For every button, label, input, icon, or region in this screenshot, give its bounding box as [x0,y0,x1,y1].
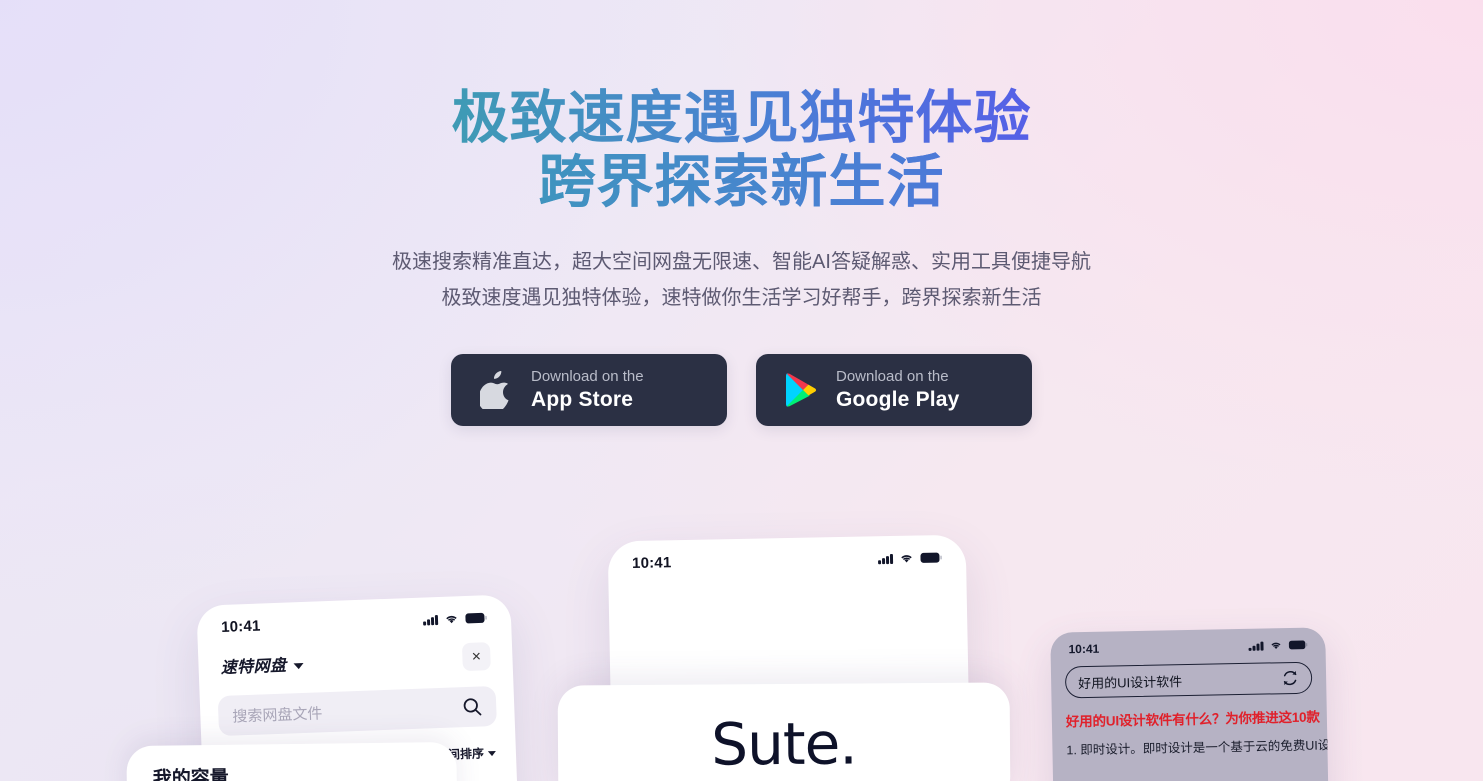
store-buttons-row: Download on the App Store Download on th… [0,354,1483,426]
landing-page: 极致速度遇见独特体验 跨界探索新生活 极速搜索精准直达，超大空间网盘无限速、智能… [0,0,1483,781]
phone-mockup-right: 10:41 好用的UI设计软件 好用的UI设计软件有什么？为你推进这10款 1.… [1050,627,1329,781]
status-time: 10:41 [1068,641,1100,657]
status-icons-center [878,552,942,564]
chevron-down-icon [487,750,497,757]
ai-answer-paragraph: 1. 即时设计。即时设计是一个基于云的免费UI设 [1066,738,1329,758]
ai-search-input[interactable]: 好用的UI设计软件 [1064,661,1313,699]
brand-wordmark: Sute. [711,709,857,779]
google-play-sublabel: Download on the [836,368,949,386]
capacity-card: 我的容量 [126,741,458,781]
subtitle-line-1: 极速搜索精准直达，超大空间网盘无限速、智能AI答疑解惑、实用工具便捷导航 [392,251,1091,273]
status-icons-left [423,612,487,626]
google-play-button[interactable]: Download on the Google Play [756,354,1032,426]
phone-left-brand-label: 速特网盘 [220,657,287,677]
cellular-signal-icon [878,553,894,564]
phone-left-brand-dropdown[interactable]: 速特网盘 [220,651,304,678]
wifi-icon [1271,642,1281,650]
battery-icon [465,612,487,624]
ai-answer-title: 好用的UI设计软件有什么？为你推进这10款 [1065,709,1320,730]
google-play-label-group: Download on the Google Play [836,368,960,411]
wifi-icon [446,615,457,624]
app-store-sublabel: Download on the [531,368,644,386]
status-bar-center: 10:41 [608,535,967,575]
close-button[interactable]: ✕ [461,642,491,672]
cellular-signal-icon [1248,641,1264,651]
subtitle-line-2: 极致速度遇见独特体验，速特做你生活学习好帮手，跨界探索新生活 [441,287,1042,309]
google-play-icon [782,368,820,412]
chevron-down-icon [293,662,304,670]
capacity-card-title: 我的容量 [152,767,229,781]
battery-icon [1288,640,1308,650]
status-time: 10:41 [220,617,261,636]
refresh-icon[interactable] [1281,669,1299,687]
wifi-icon [901,555,912,563]
search-placeholder: 搜索网盘文件 [232,704,323,726]
headline-line-2: 跨界探索新生活 [0,150,1483,214]
search-icon[interactable] [462,696,483,717]
app-store-button[interactable]: Download on the App Store [451,354,727,426]
cellular-signal-icon [423,614,439,626]
ai-search-value: 好用的UI设计软件 [1078,673,1183,691]
app-store-label-group: Download on the App Store [531,368,644,411]
hero-subtitle: 极速搜索精准直达，超大空间网盘无限速、智能AI答疑解惑、实用工具便捷导航 极致速… [0,244,1483,316]
ai-answer-body: 好用的UI设计软件有什么？为你推进这10款 1. 即时设计。即时设计是一个基于云… [1051,693,1329,758]
battery-icon [920,552,942,563]
apple-icon [477,368,515,412]
hero-section: 极致速度遇见独特体验 跨界探索新生活 极速搜索精准直达，超大空间网盘无限速、智能… [0,0,1483,426]
page-title: 极致速度遇见独特体验 跨界探索新生活 [0,86,1483,214]
google-play-mainlabel: Google Play [836,387,960,411]
app-store-mainlabel: App Store [531,387,634,411]
status-time: 10:41 [631,554,672,572]
brand-card: Sute. [557,682,1011,781]
status-bar-right: 10:41 [1050,627,1325,656]
close-icon: ✕ [471,649,482,664]
status-icons-right [1248,640,1308,651]
headline-line-1: 极致速度遇见独特体验 [451,86,1032,150]
